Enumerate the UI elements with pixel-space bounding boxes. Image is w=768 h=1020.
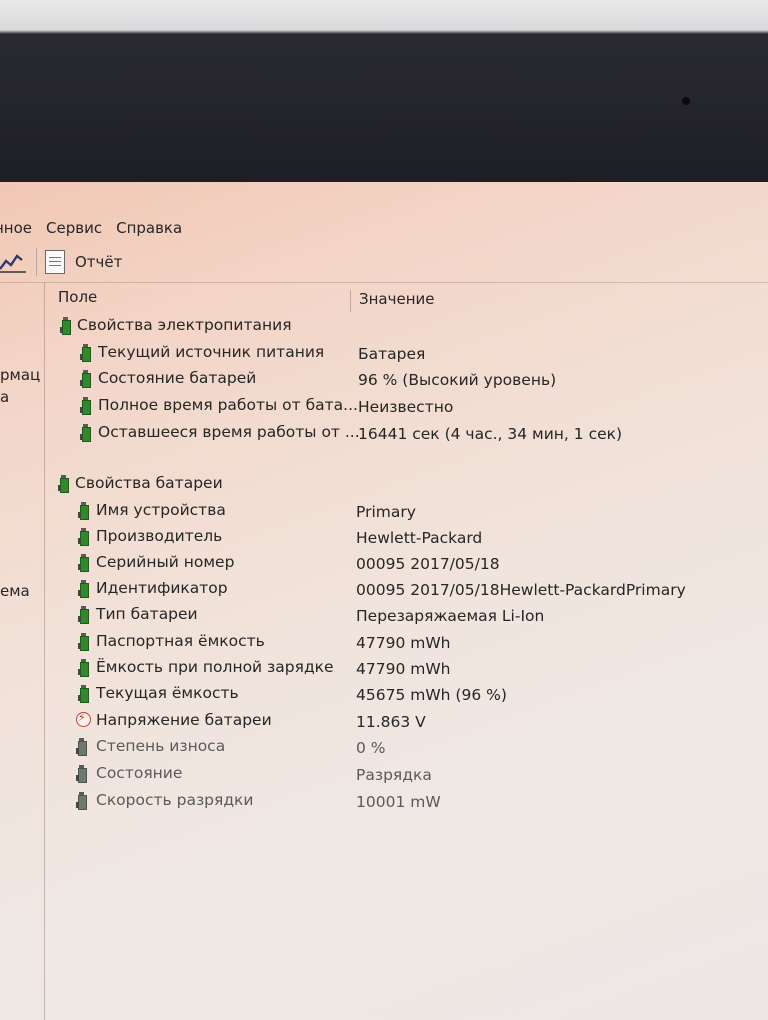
property-row[interactable]: Текущий источник питания Батарея [80,341,760,365]
nav-fragment[interactable]: ема [0,582,30,600]
property-field: Текущий источник питания [98,343,325,361]
group-header-power[interactable]: Свойства электропитания [60,314,760,338]
battery-icon [78,528,90,546]
property-value: Батарея [358,345,426,363]
menu-item-truncated[interactable]: нное [0,219,32,237]
property-row[interactable]: Оставшееся время работы от ... 16441 сек… [80,421,760,445]
app-window: нное Сервис Справка Отчёт рмац а ема Пол… [0,182,768,1020]
property-field: Состояние батарей [98,369,257,387]
battery-icon [80,370,92,388]
battery-icon [76,792,88,810]
property-value: 10001 mW [356,793,441,811]
property-value: 45675 mWh (96 %) [356,686,507,704]
toolbar: Отчёт [0,242,768,283]
property-row[interactable]: Степень износа 0 % [76,735,756,759]
property-row[interactable]: Скорость разрядки 10001 mW [76,789,756,813]
property-row[interactable]: Напряжение батареи 11.863 V [76,709,756,733]
menu-bar: нное Сервис Справка [0,216,768,240]
property-value: 47790 mWh [356,634,451,652]
chart-icon[interactable] [0,251,26,273]
nav-fragment[interactable]: а [0,388,9,406]
property-field: Идентификатор [96,579,228,597]
laptop-bezel [0,0,768,190]
property-row[interactable]: Имя устройства Primary [78,499,758,523]
property-field: Паспортная ёмкость [96,632,265,650]
battery-icon [78,685,90,703]
property-field: Скорость разрядки [96,791,254,809]
property-row[interactable]: Серийный номер 00095 2017/05/18 [78,551,758,575]
property-field: Полное время работы от бата... [98,396,358,414]
property-field: Степень износа [96,737,226,755]
property-value: Перезаряжаемая Li-Ion [356,607,545,625]
battery-icon [78,554,90,572]
battery-icon [58,475,70,493]
property-field: Состояние [96,764,183,782]
battery-icon [80,344,92,362]
properties-grid: Поле Значение Свойства электропитания Те… [48,282,768,1020]
column-header-field[interactable]: Поле [58,288,97,306]
battery-icon [78,633,90,651]
property-value: 00095 2017/05/18Hewlett-PackardPrimary [356,581,686,599]
property-field: Напряжение батареи [96,711,272,729]
toolbar-separator [36,248,37,276]
property-field: Производитель [96,527,223,545]
property-field: Ёмкость при полной зарядке [96,658,334,676]
navigation-pane[interactable]: рмац а ема [0,282,45,1020]
property-field: Серийный номер [96,553,235,571]
battery-icon [76,765,88,783]
battery-icon [76,738,88,756]
property-row[interactable]: Ёмкость при полной зарядке 47790 mWh [78,656,758,680]
webcam [682,97,690,105]
column-header-value[interactable]: Значение [350,290,435,312]
property-row[interactable]: Производитель Hewlett-Packard [78,525,758,549]
group-title: Свойства электропитания [77,316,292,334]
property-value: 0 % [356,739,386,757]
property-row[interactable]: Полное время работы от бата... Неизвестн… [80,394,760,418]
group-title: Свойства батареи [75,474,223,492]
battery-icon [78,580,90,598]
report-icon[interactable] [45,250,65,274]
property-row[interactable]: Состояние батарей 96 % (Высокий уровень) [80,367,760,391]
voltage-icon [76,711,91,729]
property-value: 16441 сек (4 час., 34 мин, 1 сек) [358,425,623,443]
property-field: Тип батареи [96,605,198,623]
property-field: Оставшееся время работы от ... [98,423,360,441]
battery-icon [78,502,90,520]
battery-icon [78,606,90,624]
property-row[interactable]: Тип батареи Перезаряжаемая Li-Ion [78,603,758,627]
property-value: 47790 mWh [356,660,451,678]
property-value: 96 % (Высокий уровень) [358,371,557,389]
menu-item-help[interactable]: Справка [116,219,182,237]
property-value: 11.863 V [356,713,426,731]
grid-header: Поле Значение [48,286,768,312]
property-field: Текущая ёмкость [96,684,239,702]
property-row[interactable]: Паспортная ёмкость 47790 mWh [78,630,758,654]
battery-icon [80,424,92,442]
nav-fragment[interactable]: рмац [0,366,40,384]
property-row[interactable]: Идентификатор 00095 2017/05/18Hewlett-Pa… [78,577,758,601]
property-value: Hewlett-Packard [356,529,483,547]
property-field: Имя устройства [96,501,226,519]
property-value: Primary [356,503,416,521]
property-row[interactable]: Текущая ёмкость 45675 mWh (96 %) [78,682,758,706]
menu-item-service[interactable]: Сервис [46,219,102,237]
report-button[interactable]: Отчёт [75,253,122,271]
property-value: Неизвестно [358,398,454,416]
group-header-battery[interactable]: Свойства батареи [58,472,758,496]
property-row[interactable]: Состояние Разрядка [76,762,756,786]
property-value: 00095 2017/05/18 [356,555,500,573]
property-value: Разрядка [356,766,432,784]
battery-icon [80,397,92,415]
battery-icon [78,659,90,677]
battery-icon [60,317,72,335]
